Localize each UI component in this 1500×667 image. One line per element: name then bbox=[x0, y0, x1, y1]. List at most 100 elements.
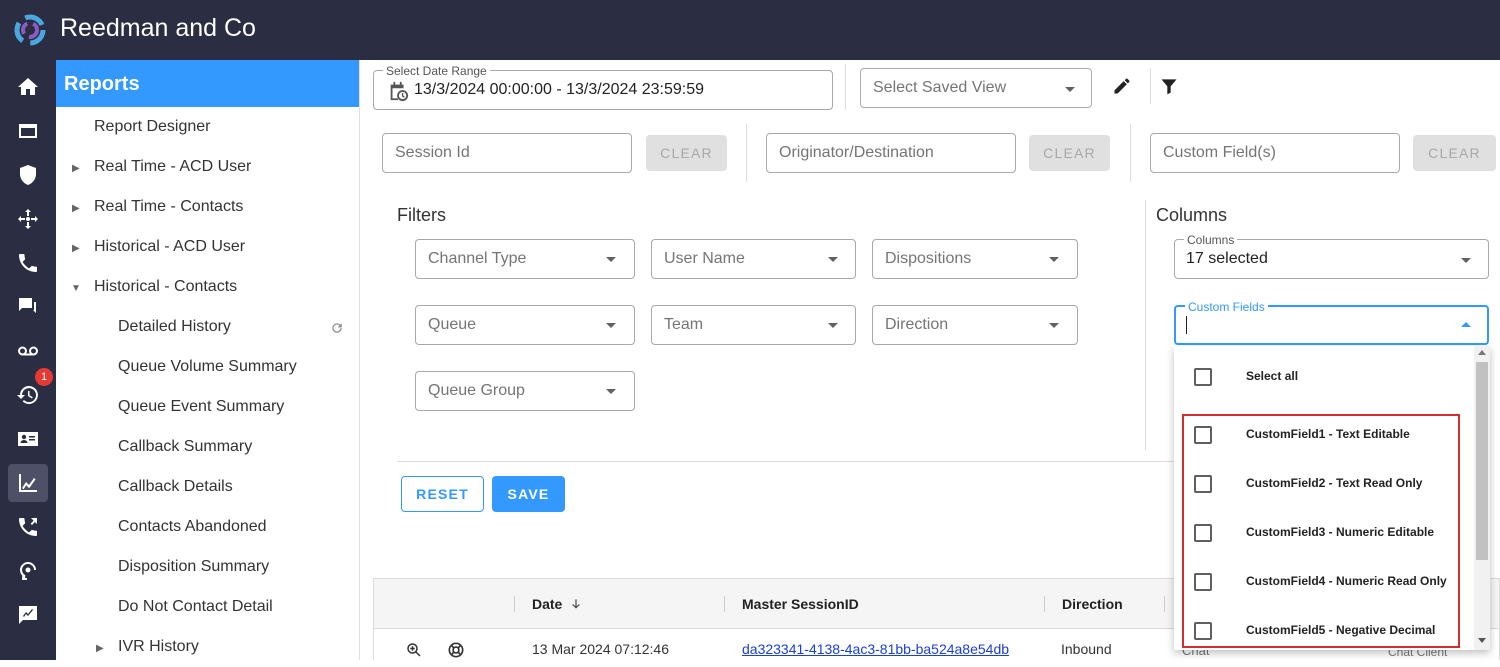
nav-item-historical-contacts[interactable]: Historical - Contacts bbox=[94, 267, 237, 307]
user-name-select[interactable]: User Name bbox=[651, 239, 856, 279]
channel-type-select[interactable]: Channel Type bbox=[415, 239, 635, 279]
custom-field-placeholder: Custom Field(s) bbox=[1163, 144, 1276, 161]
nav-item-real-time-contacts[interactable]: Real Time - Contacts bbox=[94, 187, 243, 227]
clear-originator-button[interactable]: CLEAR bbox=[1029, 135, 1110, 171]
nav-item-do-not-contact-detail[interactable]: Do Not Contact Detail bbox=[118, 587, 273, 627]
queue-label: Queue bbox=[428, 316, 477, 333]
custom-field-input[interactable]: Custom Field(s) bbox=[1150, 133, 1400, 173]
chat-icon[interactable] bbox=[8, 288, 48, 326]
team-label: Team bbox=[664, 316, 704, 333]
voicemail-icon[interactable] bbox=[8, 332, 48, 370]
reports-icon[interactable] bbox=[8, 464, 48, 502]
dropdown-arrow-icon bbox=[1461, 258, 1471, 263]
option-label: Select all bbox=[1246, 369, 1299, 383]
column-header-direction[interactable]: Direction bbox=[1062, 596, 1123, 612]
nav-item-real-time-acd-user[interactable]: Real Time - ACD User bbox=[94, 147, 251, 187]
sort-down-icon[interactable] bbox=[569, 597, 583, 611]
column-header-master-session-id[interactable]: Master SessionID bbox=[742, 596, 859, 612]
columns-select[interactable]: Columns 17 selected bbox=[1174, 233, 1489, 279]
scroll-up-icon[interactable] bbox=[1478, 350, 1486, 355]
channel-type-label: Channel Type bbox=[428, 250, 527, 267]
nav-item-ivr-history[interactable]: IVR History bbox=[118, 627, 199, 667]
chevron-right-icon[interactable]: ▶ bbox=[72, 243, 80, 254]
originator-destination-input[interactable]: Originator/Destination bbox=[766, 133, 1016, 173]
clear-custom-field-button[interactable]: CLEAR bbox=[1413, 135, 1496, 171]
lifebuoy-icon[interactable] bbox=[446, 640, 466, 660]
filter-icon[interactable] bbox=[1159, 76, 1179, 96]
dropdown-arrow-up-icon bbox=[1461, 322, 1471, 327]
nav-item-report-designer[interactable]: Report Designer bbox=[94, 107, 211, 147]
app-logo-icon bbox=[14, 14, 46, 46]
row-direction: Inbound bbox=[1061, 641, 1112, 657]
nav-item-historical-acd-user[interactable]: Historical - ACD User bbox=[94, 227, 245, 267]
checkbox-icon[interactable] bbox=[1194, 368, 1212, 386]
dropdown-scroll-thumb[interactable] bbox=[1476, 362, 1488, 560]
chevron-right-icon[interactable]: ▶ bbox=[96, 643, 104, 654]
direction-select[interactable]: Direction bbox=[872, 305, 1078, 345]
direction-label: Direction bbox=[885, 316, 949, 333]
edit-pencil-icon[interactable] bbox=[1112, 76, 1132, 96]
queue-group-select[interactable]: Queue Group bbox=[415, 371, 635, 411]
refresh-icon[interactable] bbox=[330, 321, 344, 335]
columns-label: Columns bbox=[1184, 233, 1238, 247]
row-master-session-id-link[interactable]: da323341-4138-4ac3-81bb-ba524a8e54db bbox=[742, 641, 1009, 657]
window-icon[interactable] bbox=[8, 112, 48, 150]
dispositions-label: Dispositions bbox=[885, 250, 972, 267]
chevron-right-icon[interactable]: ▶ bbox=[72, 203, 80, 214]
dropdown-arrow-icon bbox=[828, 257, 838, 262]
nav-item-detailed-history[interactable]: Detailed History bbox=[118, 307, 231, 347]
home-icon[interactable] bbox=[8, 68, 48, 106]
date-range-label: Select Date Range bbox=[383, 64, 490, 78]
session-id-placeholder: Session Id bbox=[395, 144, 470, 161]
date-range-picker[interactable]: Select Date Range 13/3/2024 00:00:00 - 1… bbox=[373, 64, 833, 110]
filters-title: Filters bbox=[397, 205, 446, 225]
chevron-down-icon[interactable]: ▼ bbox=[71, 283, 81, 294]
dropdown-arrow-icon bbox=[828, 323, 838, 328]
saved-view-placeholder: Select Saved View bbox=[873, 79, 1007, 96]
user-name-label: User Name bbox=[664, 250, 745, 267]
option-select-all[interactable]: Select all bbox=[1174, 346, 1474, 395]
feedback-icon[interactable] bbox=[8, 596, 48, 634]
nav-item-callback-summary[interactable]: Callback Summary bbox=[118, 427, 252, 467]
call-transfer-icon[interactable] bbox=[8, 508, 48, 546]
team-select[interactable]: Team bbox=[651, 305, 856, 345]
zoom-in-icon[interactable] bbox=[405, 641, 423, 659]
dropdown-arrow-icon bbox=[606, 257, 616, 262]
queue-group-label: Queue Group bbox=[428, 382, 525, 399]
reset-button[interactable]: RESET bbox=[401, 476, 484, 512]
dropdown-arrow-icon bbox=[1065, 87, 1075, 92]
contact-card-icon[interactable] bbox=[8, 420, 48, 458]
saved-view-select[interactable]: Select Saved View bbox=[860, 68, 1092, 108]
dropdown-arrow-icon bbox=[606, 389, 616, 394]
originator-destination-placeholder: Originator/Destination bbox=[779, 144, 934, 161]
brain-icon[interactable] bbox=[8, 552, 48, 590]
app-header: Reedman and Co bbox=[0, 0, 1500, 60]
date-range-value: 13/3/2024 00:00:00 - 13/3/2024 23:59:59 bbox=[414, 81, 705, 98]
nav-item-contacts-abandoned[interactable]: Contacts Abandoned bbox=[118, 507, 267, 547]
columns-value: 17 selected bbox=[1186, 250, 1268, 267]
session-id-input[interactable]: Session Id bbox=[382, 133, 632, 173]
dispositions-select[interactable]: Dispositions bbox=[872, 239, 1078, 279]
columns-title: Columns bbox=[1156, 205, 1228, 225]
dropdown-arrow-icon bbox=[1049, 257, 1059, 262]
queue-select[interactable]: Queue bbox=[415, 305, 635, 345]
dropdown-arrow-icon bbox=[606, 323, 616, 328]
app-title: Reedman and Co bbox=[60, 14, 256, 42]
row-date: 13 Mar 2024 07:12:46 bbox=[532, 641, 669, 657]
scroll-down-icon[interactable] bbox=[1478, 638, 1486, 643]
column-header-date[interactable]: Date bbox=[532, 596, 562, 612]
nav-item-disposition-summary[interactable]: Disposition Summary bbox=[118, 547, 269, 587]
move-icon[interactable] bbox=[8, 200, 48, 238]
custom-fields-select[interactable]: Custom Fields bbox=[1174, 300, 1489, 345]
nav-item-queue-volume-summary[interactable]: Queue Volume Summary bbox=[118, 347, 297, 387]
shield-icon[interactable] bbox=[8, 156, 48, 194]
save-button[interactable]: SAVE bbox=[492, 476, 565, 512]
custom-fields-label: Custom Fields bbox=[1185, 300, 1268, 314]
phone-icon[interactable] bbox=[8, 244, 48, 282]
nav-item-callback-details[interactable]: Callback Details bbox=[118, 467, 233, 507]
chevron-right-icon[interactable]: ▶ bbox=[72, 163, 80, 174]
sidenav-header: Reports bbox=[56, 60, 359, 107]
clear-session-id-button[interactable]: CLEAR bbox=[646, 135, 727, 171]
annotation-highlight-box bbox=[1182, 414, 1460, 648]
nav-item-queue-event-summary[interactable]: Queue Event Summary bbox=[118, 387, 284, 427]
